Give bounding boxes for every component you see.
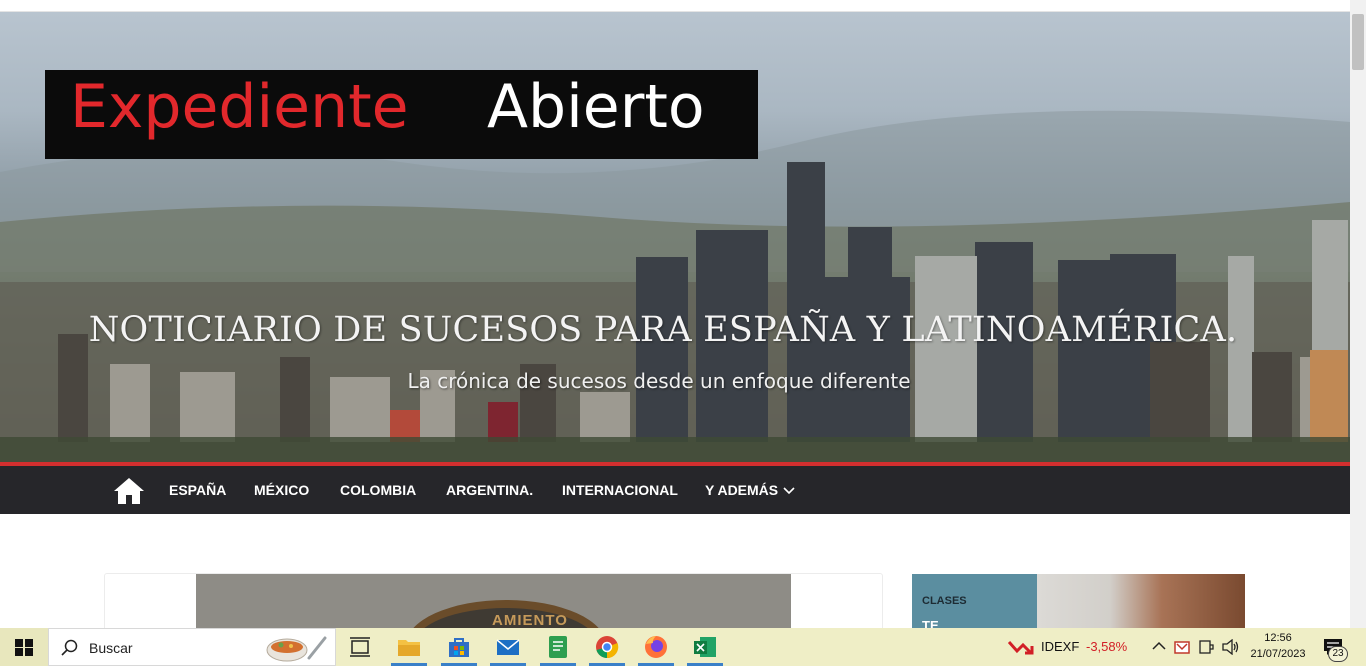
scrollbar-thumb[interactable] [1352, 14, 1364, 70]
stock-ticker[interactable]: IDEXF [1041, 639, 1079, 654]
sidebar-advertisement[interactable]: CLASES TE [912, 574, 1245, 634]
chevron-down-icon[interactable] [783, 484, 795, 496]
windows-taskbar: Buscar IDEXF -3,58% 12:56 21/07/2023 23 [0, 628, 1366, 666]
mail-icon[interactable] [495, 634, 521, 660]
ad-photo [1037, 574, 1245, 634]
site-tagline: La crónica de sucesos desde un enfoque d… [407, 369, 911, 393]
nav-item-mexico[interactable]: MÉXICO [254, 482, 309, 498]
header-banner: Expediente Abierto NOTICIARIO DE SUCESOS… [0, 12, 1350, 462]
taskbar-search-box[interactable]: Buscar [48, 628, 336, 666]
stock-change[interactable]: -3,58% [1086, 639, 1127, 654]
notification-count-badge: 23 [1328, 646, 1348, 662]
logo-text-red: Expediente [70, 72, 409, 142]
search-icon [61, 639, 78, 656]
site-title: NOTICIARIO DE SUCESOS PARA ESPAÑA Y LATI… [88, 310, 1238, 350]
featured-article-image[interactable]: AMIENTO [196, 574, 791, 634]
ad-label: CLASES [922, 595, 967, 607]
evernote-icon[interactable] [545, 634, 571, 660]
windows-logo-icon [15, 639, 33, 656]
clock-time: 12:56 [1264, 632, 1292, 644]
task-view-icon[interactable] [347, 634, 373, 660]
top-divider [0, 0, 1350, 12]
start-button[interactable] [0, 628, 48, 666]
nav-item-espana[interactable]: ESPAÑA [169, 482, 226, 498]
volume-icon[interactable] [1222, 639, 1240, 655]
file-explorer-icon[interactable] [396, 634, 422, 660]
chevron-up-icon[interactable] [1152, 641, 1166, 651]
site-logo[interactable]: Expediente Abierto [45, 70, 758, 159]
page-scrollbar[interactable] [1350, 0, 1366, 628]
security-tray-icon[interactable] [1174, 639, 1190, 655]
main-navigation: ESPAÑA MÉXICO COLOMBIA ARGENTINA. INTERN… [0, 462, 1350, 514]
clock-date: 21/07/2023 [1250, 648, 1306, 660]
excel-icon[interactable] [692, 634, 718, 660]
nav-item-y-ademas[interactable]: Y ADEMÁS [705, 482, 778, 498]
taskbar-clock[interactable]: 12:56 21/07/2023 [1244, 630, 1312, 662]
nav-item-argentina[interactable]: ARGENTINA. [446, 482, 533, 498]
microsoft-store-icon[interactable] [446, 634, 472, 660]
search-highlight-soup-icon [266, 636, 327, 662]
notification-center-button[interactable]: 23 [1320, 636, 1350, 662]
logo-text-white: Abierto [487, 72, 705, 142]
nav-item-colombia[interactable]: COLOMBIA [340, 482, 416, 498]
nav-item-internacional[interactable]: INTERNACIONAL [562, 482, 678, 498]
image-embossed-text: AMIENTO [492, 612, 568, 629]
chrome-icon[interactable] [594, 634, 620, 660]
search-placeholder: Buscar [89, 640, 133, 656]
stock-down-icon[interactable] [1008, 639, 1034, 655]
home-icon[interactable] [113, 476, 145, 506]
network-icon[interactable] [1198, 639, 1214, 655]
firefox-icon[interactable] [643, 634, 669, 660]
browser-page: Expediente Abierto NOTICIARIO DE SUCESOS… [0, 0, 1366, 666]
